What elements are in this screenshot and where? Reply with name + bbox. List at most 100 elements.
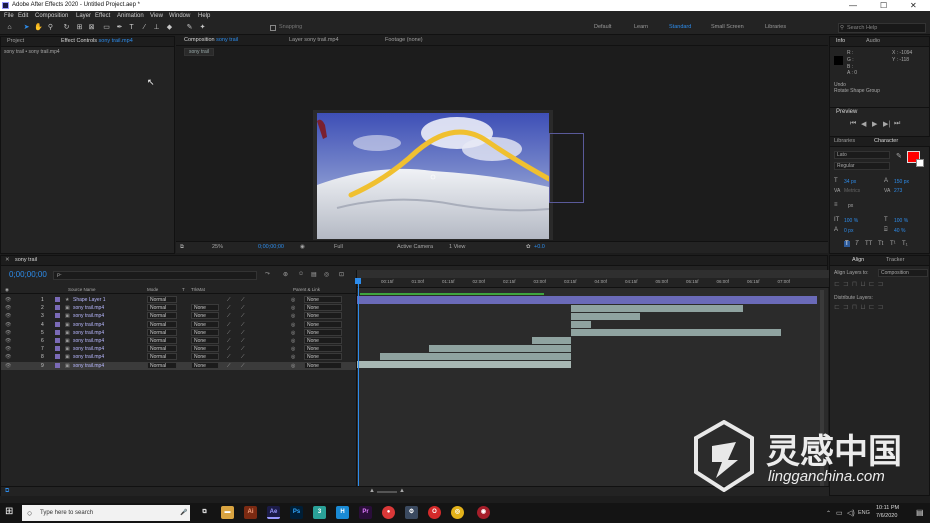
clock-time[interactable]: 10:11 PM [876,505,899,511]
layer-bar-7[interactable] [429,345,571,352]
layer-trkmat-dropdown[interactable]: None [191,312,219,320]
shape-tool-icon[interactable]: ▭ [102,23,111,32]
frame-blending-icon[interactable]: ▤ [311,271,317,278]
tab-libraries[interactable]: Libraries [834,138,855,144]
zoom-tool-icon[interactable]: ⚲ [46,23,55,32]
menu-help[interactable]: Help [198,11,210,21]
photoshop-icon[interactable]: Ps [290,506,303,519]
app-gear-icon[interactable]: ⚙ [405,506,418,519]
layer-trkmat-dropdown[interactable]: None [191,337,219,344]
distribute-buttons[interactable]: ⊏⊐⊓⊔⊏⊐ [834,303,927,315]
switches-icon[interactable]: ⟋ [227,362,231,370]
preview-last-frame-icon[interactable]: ⏭ [894,120,900,128]
layer-parent-dropdown[interactable]: None [304,312,342,320]
layer-label-color[interactable] [55,362,60,368]
reset-exposure-icon[interactable]: ✿ [526,244,531,250]
illustrator-icon[interactable]: Ai [244,506,257,519]
camera-tool-icon[interactable]: ⊞ [75,23,84,32]
header-source-name[interactable]: Source Name [68,287,96,293]
tab-info[interactable]: Info [836,38,845,44]
puppet-tool-icon[interactable]: ✦ [198,23,207,32]
layer-row[interactable]: 👁 6 ▣ sony trail.mp4 Normal None ⟋ ⟋ ◎ None [1,337,356,345]
brush-tool-icon[interactable]: ⁄ [140,23,149,32]
pick-whip-icon[interactable]: ◎ [291,345,295,353]
preview-next-frame-icon[interactable]: ▶| [883,120,890,128]
layer-label-color[interactable] [55,313,60,319]
maximize-button[interactable]: ☐ [880,0,887,11]
after-effects-taskbar-icon[interactable]: Ae [267,506,280,519]
layer-search-input[interactable]: ρ- [53,271,257,280]
comp-timecode[interactable]: 0;00;00;00 [258,244,284,250]
layer-parent-dropdown[interactable]: None [304,328,342,336]
font-size-value[interactable]: 34 px [844,179,856,185]
layer-row[interactable]: 👁 5 ▣ sony trail.mp4 Normal None ⟋ ⟋ ◎ None [1,328,356,337]
layer-parent-dropdown[interactable]: None [304,296,342,303]
zoom-out-icon[interactable]: ▲ [369,488,375,494]
layer-trkmat-dropdown[interactable]: None [191,353,219,361]
close-button[interactable]: ✕ [910,0,917,11]
layer-trkmat-dropdown[interactable]: None [191,304,219,312]
layer-bar-2[interactable] [571,305,743,312]
layer-bar-6[interactable] [532,337,571,344]
tab-align[interactable]: Align [852,257,864,263]
layer-parent-dropdown[interactable]: None [304,345,342,353]
layer-parent-dropdown[interactable]: None [304,304,342,312]
tab-project[interactable]: Project [7,38,24,44]
time-ruler[interactable]: 00:15f 01:00f 01:15f 02:00f 02:15f 03:00f 03:1… [357,278,829,288]
preview-first-frame-icon[interactable]: ⏮ [850,120,856,128]
pick-whip-icon[interactable]: ◎ [291,337,295,345]
layer-parent-dropdown[interactable]: None [304,320,342,328]
type-tool-icon[interactable]: T [127,23,136,32]
layer-trkmat-dropdown[interactable]: None [191,361,219,369]
playhead-handle[interactable] [355,278,361,284]
resolution-dropdown[interactable]: Full [334,244,343,250]
clone-stamp-tool-icon[interactable]: ⊥ [152,23,161,32]
visibility-eye-icon[interactable]: 👁 [5,321,11,329]
layer-label-color[interactable] [55,297,60,302]
timeline-timecode[interactable]: 0;00;00;00 [9,270,47,279]
preview-play-icon[interactable]: ▶ [872,120,877,128]
app-record-icon[interactable]: ◉ [477,506,490,519]
layer-mode-dropdown[interactable]: Normal [147,345,177,353]
layer-parent-dropdown[interactable]: None [304,353,342,361]
tsume-value[interactable]: 40 % [894,228,905,234]
pick-whip-icon[interactable]: ◎ [291,296,295,304]
layer-mode-dropdown[interactable]: Normal [147,312,177,320]
all-caps-icon[interactable]: TT [865,241,872,247]
layer-source-name[interactable]: Shape Layer 1 [73,296,106,304]
motion-blur-icon[interactable]: ◎ [324,271,329,278]
windows-start-icon[interactable]: ⊞ [5,506,13,517]
camera-dropdown[interactable]: Active Camera [397,244,433,250]
tab-character[interactable]: Character [874,138,898,144]
fx-switch-icon[interactable]: ⟋ [241,337,245,345]
task-view-icon[interactable]: ⧉ [198,506,211,519]
layer-trkmat-dropdown[interactable]: None [191,320,219,328]
switches-icon[interactable]: ⟋ [227,304,231,312]
visibility-eye-icon[interactable]: 👁 [5,353,11,361]
layer-row[interactable]: 👁 8 ▣ sony trail.mp4 Normal None ⟋ ⟋ ◎ None [1,353,356,361]
layer-mode-dropdown[interactable]: Normal [147,320,177,328]
workspace-small-screen[interactable]: Small Screen [711,24,744,30]
visibility-eye-icon[interactable]: 👁 [5,296,11,304]
roto-brush-tool-icon[interactable]: ✎ [185,23,194,32]
layer-trkmat-dropdown[interactable]: None [191,345,219,353]
chrome-icon[interactable]: ◎ [451,506,464,519]
clock-date[interactable]: 7/6/2020 [876,513,897,519]
file-explorer-icon[interactable]: ▬ [221,506,234,519]
taskbar-search-input[interactable]: ○ Type here to search 🎤 [22,505,190,521]
tab-effect-controls[interactable]: Effect Controls sony trail.mp4 [61,38,133,44]
layer-bar-4[interactable] [571,321,591,328]
fx-switch-icon[interactable]: ⟋ [241,362,245,370]
fx-switch-icon[interactable]: ⟋ [241,296,245,304]
menu-animation[interactable]: Animation [117,11,144,21]
header-mode[interactable]: Mode [147,287,158,293]
switches-icon[interactable]: ⟋ [227,321,231,329]
tab-audio[interactable]: Audio [866,38,880,44]
layer-row[interactable]: 👁 1 ★ Shape Layer 1 Normal ⟋ ⟋ ◎ None [1,296,356,304]
small-caps-icon[interactable]: Tt [878,241,883,247]
layer-trkmat-dropdown[interactable]: None [191,328,219,336]
hand-tool-icon[interactable]: ✋ [34,23,43,32]
workspace-default[interactable]: Default [594,24,611,30]
workspace-learn[interactable]: Learn [634,24,648,30]
switches-icon[interactable]: ⟋ [227,329,231,337]
